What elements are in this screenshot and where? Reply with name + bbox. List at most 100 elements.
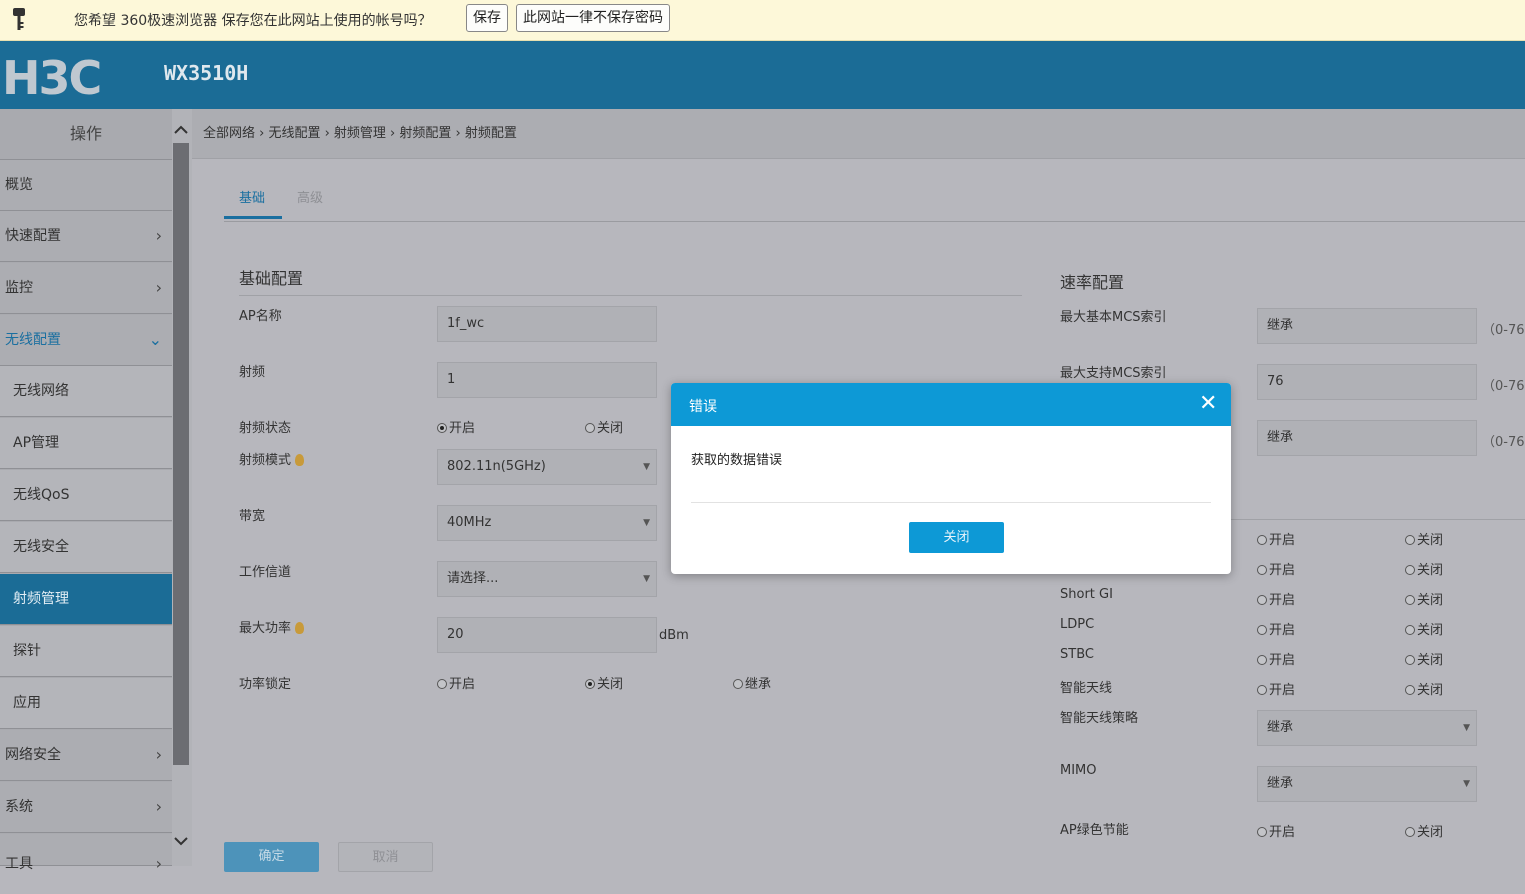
sidebar-item-label: 工具 bbox=[5, 856, 33, 872]
sidebar-item-label: 应用 bbox=[13, 695, 41, 711]
sidebar-item-tools[interactable]: 工具 › bbox=[0, 834, 172, 873]
channel-label: 工作信道 bbox=[239, 565, 292, 580]
sidebar-item-probe[interactable]: 探针 bbox=[0, 626, 172, 677]
radio-state-off[interactable]: 关闭 bbox=[585, 417, 623, 436]
power-lock-inherit[interactable]: 继承 bbox=[733, 673, 771, 692]
breadcrumb: 全部网络 › 无线配置 › 射频管理 › 射频配置 › 射频配置 bbox=[192, 109, 1525, 159]
max-basic-mcs-input[interactable]: 继承 bbox=[1257, 308, 1477, 344]
radio-unchecked-icon bbox=[1405, 685, 1415, 695]
chevron-up-icon[interactable] bbox=[174, 125, 188, 135]
chevron-right-icon: › bbox=[155, 745, 162, 764]
divider bbox=[239, 295, 1022, 296]
basic-config-title: 基础配置 bbox=[239, 269, 304, 288]
never-save-password-button[interactable]: 此网站一律不保存密码 bbox=[516, 4, 670, 32]
sidebar-item-system[interactable]: 系统 › bbox=[0, 782, 172, 833]
radio-option-label: 开启 bbox=[1269, 653, 1296, 668]
radio-input[interactable]: 1 bbox=[437, 362, 657, 398]
radio-state-label: 射频状态 bbox=[239, 421, 292, 436]
confirm-button[interactable]: 确定 bbox=[224, 842, 319, 872]
label-text: 最大功率 bbox=[239, 621, 292, 636]
rate-row2-on[interactable]: 开启 bbox=[1257, 559, 1295, 578]
sidebar-item-wireless-config[interactable]: 无线配置 ⌄ bbox=[0, 315, 172, 366]
tab-advanced[interactable]: 高级 bbox=[297, 187, 323, 206]
radio-mode-select[interactable]: 802.11n(5GHz) ▼ bbox=[437, 449, 657, 485]
dialog-close-button[interactable]: 关闭 bbox=[909, 522, 1004, 553]
radio-unchecked-icon bbox=[1257, 827, 1267, 837]
select-value: 802.11n(5GHz) bbox=[447, 459, 546, 474]
sidebar-item-ap-management[interactable]: AP管理 bbox=[0, 418, 172, 469]
radio-unchecked-icon bbox=[1257, 685, 1267, 695]
close-icon[interactable]: ✕ bbox=[1199, 391, 1217, 416]
cancel-button[interactable]: 取消 bbox=[338, 842, 433, 872]
radio-option-label: 开启 bbox=[1269, 623, 1296, 638]
save-password-button[interactable]: 保存 bbox=[466, 4, 508, 32]
rate-row1-off[interactable]: 关闭 bbox=[1405, 529, 1443, 548]
radio-unchecked-icon bbox=[585, 423, 595, 433]
select-value: 请选择... bbox=[447, 571, 499, 586]
sidebar-scrollbar-thumb[interactable] bbox=[173, 143, 189, 765]
sidebar-item-wireless-security[interactable]: 无线安全 bbox=[0, 522, 172, 573]
bandwidth-select[interactable]: 40MHz ▼ bbox=[437, 505, 657, 541]
radio-unchecked-icon bbox=[1257, 655, 1267, 665]
channel-select[interactable]: 请选择... ▼ bbox=[437, 561, 657, 597]
sidebar-item-quick-config[interactable]: 快速配置 › bbox=[0, 211, 172, 262]
sidebar-item-label: 无线QoS bbox=[13, 487, 70, 503]
sidebar-item-overview[interactable]: 概览 bbox=[0, 160, 172, 211]
radio-label: 射频 bbox=[239, 365, 266, 380]
rate-row1-on[interactable]: 开启 bbox=[1257, 529, 1295, 548]
ldpc-on[interactable]: 开启 bbox=[1257, 619, 1295, 638]
sidebar-item-monitor[interactable]: 监控 › bbox=[0, 263, 172, 314]
radio-option-label: 继承 bbox=[745, 677, 772, 692]
ap-green-on[interactable]: 开启 bbox=[1257, 821, 1295, 840]
stbc-on[interactable]: 开启 bbox=[1257, 649, 1295, 668]
stbc-off[interactable]: 关闭 bbox=[1405, 649, 1443, 668]
ap-green-off[interactable]: 关闭 bbox=[1405, 821, 1443, 840]
tab-basic[interactable]: 基础 bbox=[239, 187, 265, 206]
short-gi-off[interactable]: 关闭 bbox=[1405, 589, 1443, 608]
sidebar-item-label: 无线网络 bbox=[13, 383, 69, 399]
smart-antenna-off[interactable]: 关闭 bbox=[1405, 679, 1443, 698]
radio-option-label: 开启 bbox=[1269, 533, 1296, 548]
radio-unchecked-icon bbox=[1257, 535, 1267, 545]
radio-checked-icon bbox=[585, 679, 595, 689]
stbc-label: STBC bbox=[1060, 647, 1094, 662]
divider bbox=[691, 502, 1211, 503]
radio-option-label: 关闭 bbox=[1417, 533, 1444, 548]
power-lock-off[interactable]: 关闭 bbox=[585, 673, 623, 692]
ap-name-label: AP名称 bbox=[239, 309, 282, 324]
mcs-range-hint: （0-76 bbox=[1482, 379, 1525, 394]
rate-row2-off[interactable]: 关闭 bbox=[1405, 559, 1443, 578]
sidebar-item-label: 射频管理 bbox=[13, 591, 69, 607]
mcs-range-hint: （0-76 bbox=[1482, 323, 1525, 338]
sidebar-item-application[interactable]: 应用 bbox=[0, 678, 172, 729]
radio-option-label: 关闭 bbox=[1417, 623, 1444, 638]
sidebar-item-network-security[interactable]: 网络安全 › bbox=[0, 730, 172, 781]
tip-bulb-icon[interactable] bbox=[295, 454, 305, 466]
smart-antenna-on[interactable]: 开启 bbox=[1257, 679, 1295, 698]
max-power-unit: dBm bbox=[659, 628, 689, 643]
short-gi-on[interactable]: 开启 bbox=[1257, 589, 1295, 608]
smart-antenna-policy-select[interactable]: 继承 ▼ bbox=[1257, 710, 1477, 746]
ap-name-input[interactable]: 1f_wc bbox=[437, 306, 657, 342]
radio-option-label: 关闭 bbox=[1417, 593, 1444, 608]
max-power-input[interactable]: 20 bbox=[437, 617, 657, 653]
max-support-mcs-input[interactable]: 76 bbox=[1257, 364, 1477, 400]
power-lock-on[interactable]: 开启 bbox=[437, 673, 475, 692]
ldpc-off[interactable]: 关闭 bbox=[1405, 619, 1443, 638]
sidebar-item-wireless-qos[interactable]: 无线QoS bbox=[0, 470, 172, 521]
radio-unchecked-icon bbox=[1405, 625, 1415, 635]
sidebar-item-wireless-network[interactable]: 无线网络 bbox=[0, 366, 172, 417]
error-dialog: 错误 ✕ 获取的数据错误 关闭 bbox=[671, 383, 1231, 574]
tip-bulb-icon[interactable] bbox=[295, 622, 305, 634]
mimo-select[interactable]: 继承 ▼ bbox=[1257, 766, 1477, 802]
mcs-inherit-input[interactable]: 继承 bbox=[1257, 420, 1477, 456]
smart-antenna-label: 智能天线 bbox=[1060, 681, 1113, 696]
radio-state-on[interactable]: 开启 bbox=[437, 417, 475, 436]
max-support-mcs-label: 最大支持MCS索引 bbox=[1060, 366, 1167, 381]
dialog-title: 错误 bbox=[689, 399, 717, 415]
dialog-header bbox=[671, 383, 1231, 426]
radio-unchecked-icon bbox=[1405, 655, 1415, 665]
chevron-down-icon[interactable] bbox=[174, 836, 188, 846]
sidebar-item-radio-management[interactable]: 射频管理 bbox=[0, 574, 172, 625]
chevron-right-icon: › bbox=[155, 797, 162, 816]
